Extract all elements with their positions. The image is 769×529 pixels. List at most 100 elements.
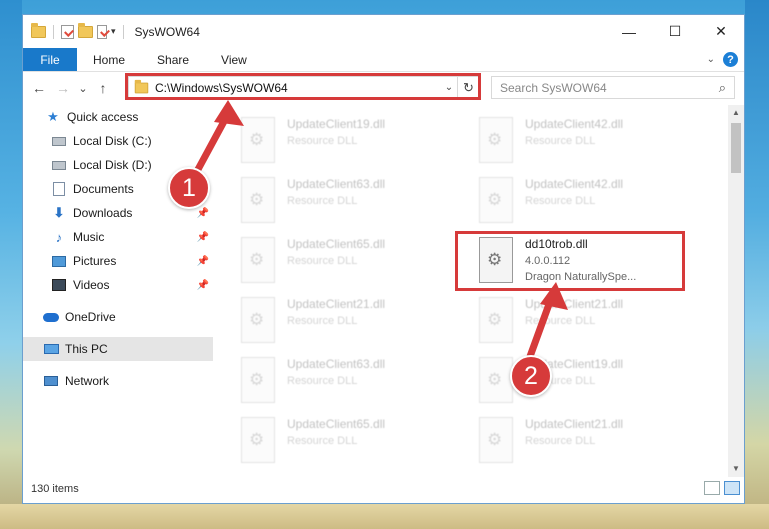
address-dropdown-icon[interactable]: ⌄ [441,82,457,93]
scroll-up-icon[interactable]: ▲ [728,105,744,121]
sidebar-item-label: Quick access [67,110,139,124]
file-item[interactable]: UpdateClient63.dll Resource DLL [241,353,479,413]
sidebar-item-onedrive[interactable]: OneDrive [23,305,213,329]
file-name: UpdateClient19.dll [287,117,386,131]
file-type: Resource DLL [287,435,358,447]
dll-file-icon [479,417,513,463]
step-2-callout: 2 [510,355,552,397]
file-type: Resource DLL [525,315,596,327]
details-view-icon[interactable] [704,481,720,495]
sidebar-item-network[interactable]: Network [23,369,213,393]
dll-file-icon [241,177,275,223]
pin-icon[interactable]: 📌 [197,280,209,291]
file-item[interactable]: UpdateClient19.dll Resource DLL [241,113,479,173]
address-path[interactable]: C:\Windows\SysWOW64 [155,81,441,95]
sidebar-item-label: Local Disk (C:) [73,134,152,148]
file-item[interactable]: UpdateClient65.dll Resource DLL [241,413,479,473]
sidebar-item-this-pc[interactable]: This PC [23,337,213,361]
file-grid: UpdateClient19.dll Resource DLL UpdateCli… [241,113,717,473]
quick-access-dropdown-icon[interactable]: ▾ [111,26,116,37]
item-count: 130 items [31,483,79,495]
sidebar-item-label: Downloads [73,206,133,220]
file-version: 4.0.0.112 [525,255,571,267]
file-name: UpdateClient21.dll [525,417,624,431]
navigation-bar: ← → ⌄ ↑ C:\Windows\SysWOW64 ⌄ ↻ Search S… [23,72,744,104]
forward-button[interactable]: → [51,80,75,96]
vertical-scrollbar[interactable]: ▲ ▼ [728,105,744,477]
minimize-button[interactable]: — [606,15,652,48]
tab-file[interactable]: File [23,48,77,71]
pin-icon[interactable]: 📌 [197,232,209,243]
network-icon [43,373,59,389]
close-button[interactable]: ✕ [698,15,744,48]
sidebar-item-videos[interactable]: Videos 📌 [23,273,213,297]
quick-access-toolbar: ▾ [23,22,127,39]
file-name: UpdateClient42.dll [525,117,624,131]
up-button[interactable]: ↑ [91,80,115,96]
file-name: UpdateClient21.dll [525,297,624,311]
file-item[interactable]: UpdateClient21.dll Resource DLL [479,293,717,353]
dll-file-icon [479,117,513,163]
properties-icon[interactable] [61,24,74,39]
file-name: UpdateClient21.dll [287,297,386,311]
file-item-dd10trob[interactable]: dd10trob.dll 4.0.0.112 Dragon NaturallyS… [479,233,717,293]
customize-icon[interactable] [97,24,107,39]
search-icon[interactable]: ⌕ [719,80,726,96]
toolbar-divider [122,24,124,39]
view-toggle [704,481,740,495]
sidebar-item-label: Local Disk (D:) [73,158,152,172]
large-icons-view-icon[interactable] [724,481,740,495]
drive-icon [51,157,67,173]
drive-icon [51,133,67,149]
file-item[interactable]: UpdateClient21.dll Resource DLL [479,413,717,473]
window-controls: — ☐ ✕ [606,15,744,48]
step-1-callout: 1 [168,167,210,209]
file-item[interactable]: UpdateClient42.dll Resource DLL [479,113,717,173]
scrollbar-thumb[interactable] [731,123,741,173]
folder-icon[interactable] [31,22,46,38]
dll-file-icon [241,237,275,283]
dll-file-icon [479,177,513,223]
file-name: UpdateClient65.dll [287,417,386,431]
sidebar-item-quick-access[interactable]: ★ Quick access [23,105,213,129]
tab-view[interactable]: View [205,48,263,71]
help-icon[interactable]: ? [723,52,738,67]
pin-icon[interactable]: 📌 [197,256,209,267]
back-button[interactable]: ← [27,80,51,96]
file-type: Dragon NaturallySpe... [525,271,637,283]
dll-file-icon [241,117,275,163]
window-title: SysWOW64 [134,24,200,39]
tab-home[interactable]: Home [77,48,141,71]
file-type: Resource DLL [287,255,358,267]
file-type: Resource DLL [287,375,358,387]
file-item[interactable]: UpdateClient42.dll Resource DLL [479,173,717,233]
new-folder-icon[interactable] [78,22,93,38]
recent-locations-button[interactable]: ⌄ [75,82,91,95]
maximize-button[interactable]: ☐ [652,15,698,48]
search-input[interactable]: Search SysWOW64 ⌕ [491,76,735,99]
title-bar: ▾ SysWOW64 — ☐ ✕ [23,15,744,48]
star-icon: ★ [47,109,59,124]
sidebar-item-pictures[interactable]: Pictures 📌 [23,249,213,273]
address-bar[interactable]: C:\Windows\SysWOW64 ⌄ ↻ [128,76,480,99]
sidebar-item-label: This PC [65,342,108,356]
dll-file-icon [241,297,275,343]
file-item[interactable]: UpdateClient63.dll Resource DLL [241,173,479,233]
tab-share[interactable]: Share [141,48,205,71]
refresh-icon[interactable]: ↻ [457,77,479,98]
explorer-window: ▾ SysWOW64 — ☐ ✕ File Home Share View ⌄ … [22,14,745,504]
file-type: Resource DLL [287,135,358,147]
address-folder-icon [134,79,149,93]
ribbon-right-controls: ⌄ ? [707,52,738,67]
expand-ribbon-icon[interactable]: ⌄ [707,54,715,65]
pictures-icon [51,253,67,269]
sidebar-item-label: OneDrive [65,310,116,324]
sidebar-item-music[interactable]: ♪ Music 📌 [23,225,213,249]
pin-icon[interactable]: 📌 [197,208,209,219]
file-item[interactable]: UpdateClient65.dll Resource DLL [241,233,479,293]
sidebar-item-local-disk-c[interactable]: Local Disk (C:) [23,129,213,153]
file-item[interactable]: UpdateClient21.dll Resource DLL [241,293,479,353]
file-list: UpdateClient19.dll Resource DLL UpdateCli… [213,105,729,477]
search-placeholder: Search SysWOW64 [500,80,607,95]
file-name: UpdateClient65.dll [287,237,386,251]
